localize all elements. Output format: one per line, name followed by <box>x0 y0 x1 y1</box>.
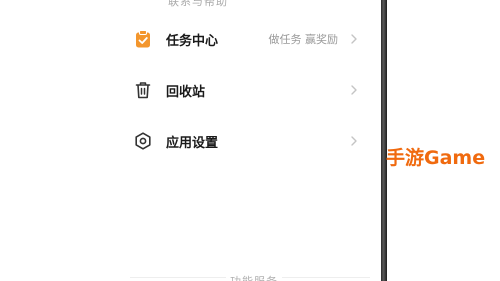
phone-bezel-edge <box>381 0 387 281</box>
section-header-partial: 功能服务 <box>226 273 282 281</box>
task-clipboard-icon <box>134 30 152 48</box>
phone-screen: 联系与帮助 任务中心 做任务 赢奖励 回收站 应用设置 <box>0 0 383 281</box>
settings-hexagon-icon <box>134 132 152 150</box>
chevron-right-icon <box>349 136 359 146</box>
menu-item-label: 回收站 <box>166 84 206 100</box>
menu-item-app-settings[interactable]: 应用设置 <box>0 121 381 161</box>
menu-item-label: 任务中心 <box>166 33 219 49</box>
section-header-partial: 联系与帮助 <box>168 0 228 8</box>
menu-item-label: 应用设置 <box>166 135 219 151</box>
trash-icon <box>134 81 152 99</box>
menu-item-recycle-bin[interactable]: 回收站 <box>0 70 381 110</box>
chevron-right-icon <box>349 85 359 95</box>
menu-item-hint: 做任务 赢奖励 <box>268 33 339 46</box>
chevron-right-icon <box>349 34 359 44</box>
menu-item-task-center[interactable]: 任务中心 做任务 赢奖励 <box>0 19 381 59</box>
site-watermark: 手游Game <box>386 147 486 169</box>
